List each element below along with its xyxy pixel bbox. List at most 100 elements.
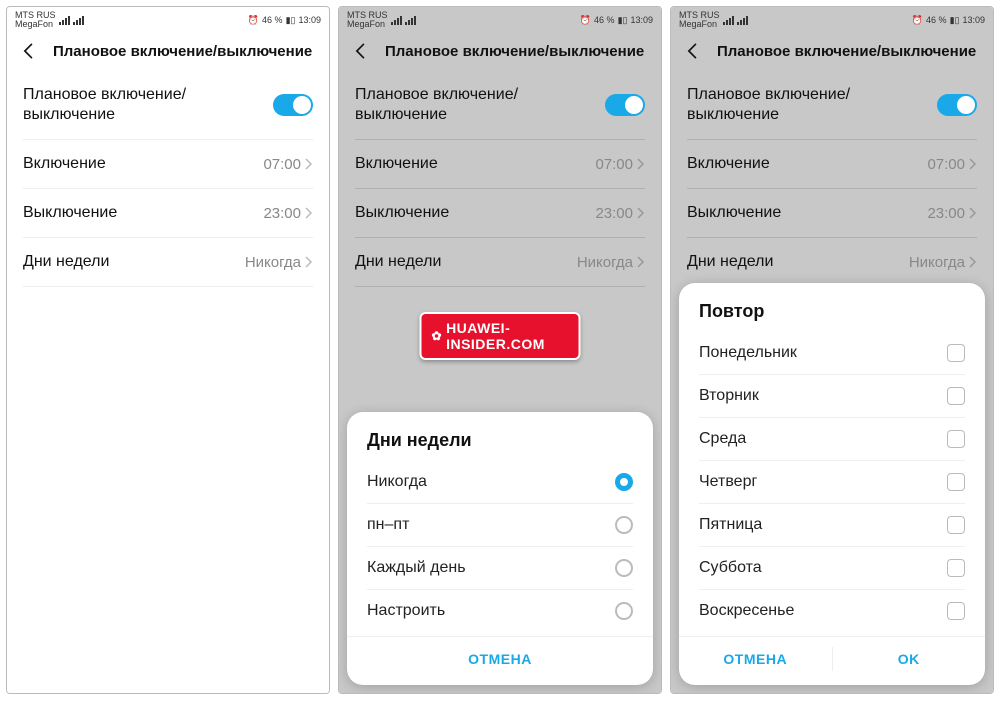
radio-icon[interactable] — [615, 516, 633, 534]
days-label: Дни недели — [687, 253, 773, 271]
toggle-switch[interactable] — [273, 94, 313, 116]
row-power-off[interactable]: Выключение 23:00 — [671, 189, 993, 237]
checkbox-icon[interactable] — [947, 387, 965, 405]
repeat-option[interactable]: Пятница — [679, 504, 985, 546]
carrier-2: MegaFon — [15, 20, 56, 29]
toggle-label: Плановое включение/ выключение — [687, 85, 850, 125]
row-toggle[interactable]: Плановое включение/ выключение — [7, 71, 329, 139]
chevron-right-icon — [305, 158, 313, 170]
toggle-switch[interactable] — [605, 94, 645, 116]
row-power-on[interactable]: Включение 07:00 — [671, 140, 993, 188]
battery-icon: ▮▯ — [286, 15, 296, 26]
signal-icon-2 — [737, 16, 748, 25]
power-on-value: 07:00 — [927, 156, 965, 173]
power-on-label: Включение — [687, 155, 770, 173]
carrier-2: MegaFon — [679, 20, 720, 29]
row-power-on[interactable]: Включение 07:00 — [339, 140, 661, 188]
days-option-label: Каждый день — [367, 559, 466, 577]
power-on-value: 07:00 — [263, 156, 301, 173]
page-header: Плановое включение/выключение — [671, 31, 993, 71]
back-button[interactable] — [683, 41, 703, 61]
repeat-option-label: Пятница — [699, 516, 762, 534]
radio-icon[interactable] — [615, 602, 633, 620]
clock-time: 13:09 — [630, 15, 653, 25]
checkbox-icon[interactable] — [947, 473, 965, 491]
phone-screen-3: MTS RUS MegaFon ⏰ 46 % ▮▯ 13:09 Плановое… — [670, 6, 994, 694]
sheet-repeat-title: Повтор — [679, 297, 985, 332]
days-label: Дни недели — [23, 253, 109, 271]
repeat-option[interactable]: Четверг — [679, 461, 985, 503]
power-off-label: Выключение — [23, 204, 117, 222]
row-power-on[interactable]: Включение 07:00 — [7, 140, 329, 188]
row-power-off[interactable]: Выключение 23:00 — [7, 189, 329, 237]
phone-screen-1: MTS RUS MegaFon ⏰ 46 % ▮▯ 13:09 Плановое… — [6, 6, 330, 694]
days-option-label: Настроить — [367, 602, 445, 620]
toggle-switch[interactable] — [937, 94, 977, 116]
toggle-label: Плановое включение/ выключение — [23, 85, 186, 125]
days-value: Никогда — [577, 254, 633, 271]
repeat-option[interactable]: Вторник — [679, 375, 985, 417]
days-option[interactable]: Каждый день — [347, 547, 653, 589]
row-power-off[interactable]: Выключение 23:00 — [339, 189, 661, 237]
checkbox-icon[interactable] — [947, 559, 965, 577]
repeat-option[interactable]: Воскресенье — [679, 590, 985, 632]
days-value: Никогда — [909, 254, 965, 271]
chevron-right-icon — [305, 207, 313, 219]
chevron-right-icon — [969, 158, 977, 170]
radio-icon[interactable] — [615, 559, 633, 577]
chevron-right-icon — [305, 256, 313, 268]
signal-icon-1 — [59, 16, 70, 25]
repeat-option[interactable]: Среда — [679, 418, 985, 460]
repeat-option-label: Четверг — [699, 473, 757, 491]
chevron-right-icon — [969, 256, 977, 268]
row-toggle[interactable]: Плановое включение/ выключение — [339, 71, 661, 139]
alarm-icon: ⏰ — [580, 15, 591, 26]
page-title: Плановое включение/выключение — [53, 43, 312, 60]
sheet-cancel-button[interactable]: ОТМЕНА — [679, 637, 832, 681]
status-bar: MTS RUS MegaFon ⏰ 46 % ▮▯ 13:09 — [339, 7, 661, 31]
radio-icon[interactable] — [615, 473, 633, 491]
alarm-icon: ⏰ — [248, 15, 259, 26]
toggle-label: Плановое включение/ выключение — [355, 85, 518, 125]
chevron-right-icon — [637, 207, 645, 219]
back-button[interactable] — [351, 41, 371, 61]
checkbox-icon[interactable] — [947, 430, 965, 448]
row-days[interactable]: Дни недели Никогда — [671, 238, 993, 286]
carrier-2: MegaFon — [347, 20, 388, 29]
repeat-option[interactable]: Суббота — [679, 547, 985, 589]
row-days[interactable]: Дни недели Никогда — [7, 238, 329, 286]
chevron-right-icon — [637, 158, 645, 170]
days-option[interactable]: Настроить — [347, 590, 653, 632]
days-option-label: Никогда — [367, 473, 427, 491]
signal-icon-1 — [723, 16, 734, 25]
sheet-cancel-button[interactable]: ОТМЕНА — [347, 637, 653, 681]
days-value: Никогда — [245, 254, 301, 271]
power-on-label: Включение — [23, 155, 106, 173]
sheet-days-title: Дни недели — [347, 426, 653, 461]
status-bar: MTS RUS MegaFon ⏰ 46 % ▮▯ 13:09 — [671, 7, 993, 31]
signal-icon-1 — [391, 16, 402, 25]
days-label: Дни недели — [355, 253, 441, 271]
back-button[interactable] — [19, 41, 39, 61]
power-off-label: Выключение — [687, 204, 781, 222]
signal-icon-2 — [405, 16, 416, 25]
days-option[interactable]: пн–пт — [347, 504, 653, 546]
row-days[interactable]: Дни недели Никогда — [339, 238, 661, 286]
days-option[interactable]: Никогда — [347, 461, 653, 503]
repeat-option[interactable]: Понедельник — [679, 332, 985, 374]
power-on-value: 07:00 — [595, 156, 633, 173]
phone-screen-2: MTS RUS MegaFon ⏰ 46 % ▮▯ 13:09 Плановое… — [338, 6, 662, 694]
page-header: Плановое включение/выключение — [339, 31, 661, 71]
row-toggle[interactable]: Плановое включение/ выключение — [671, 71, 993, 139]
checkbox-icon[interactable] — [947, 516, 965, 534]
battery-pct: 46 % — [594, 15, 615, 25]
checkbox-icon[interactable] — [947, 344, 965, 362]
repeat-option-label: Воскресенье — [699, 602, 794, 620]
sheet-days: Дни недели Никогда пн–пт Каждый день Настро… — [347, 412, 653, 685]
checkbox-icon[interactable] — [947, 602, 965, 620]
sheet-repeat: Повтор Понедельник Вторник Среда Четверг Пят… — [679, 283, 985, 685]
repeat-option-label: Вторник — [699, 387, 759, 405]
page-title: Плановое включение/выключение — [717, 43, 976, 60]
sheet-ok-button[interactable]: OK — [833, 637, 986, 681]
alarm-icon: ⏰ — [912, 15, 923, 26]
